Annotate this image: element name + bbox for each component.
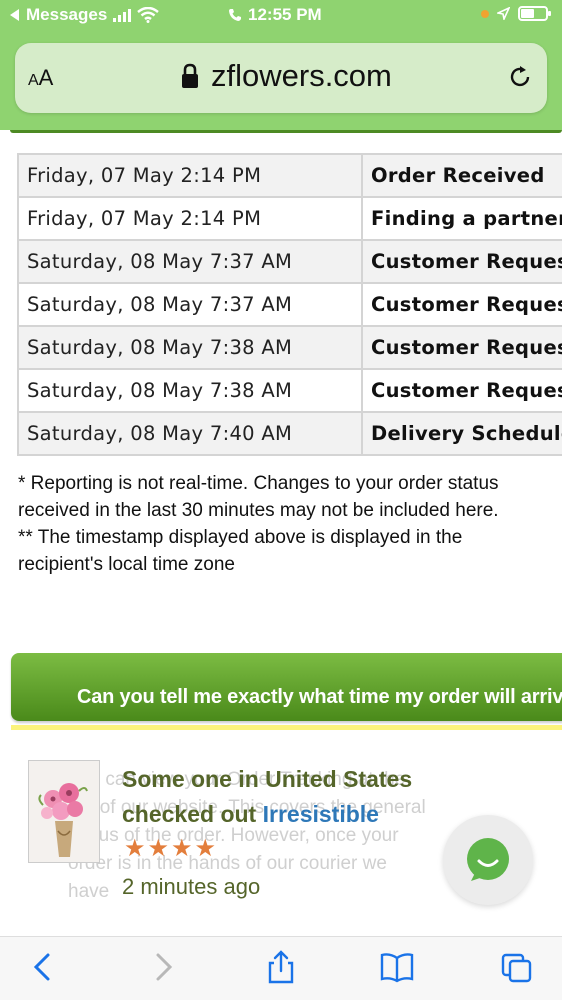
reload-icon[interactable] xyxy=(507,64,533,90)
history-status: Delivery Scheduled xyxy=(361,411,562,456)
history-date: Saturday, 08 May 7:38 AM xyxy=(17,325,363,370)
chat-icon xyxy=(467,838,509,881)
table-row: Saturday, 08 May 7:38 AM Customer Request xyxy=(17,368,562,413)
back-to-messages[interactable]: Messages xyxy=(10,5,160,25)
reader-settings-button[interactable]: AA xyxy=(28,65,53,91)
history-date: Saturday, 08 May 7:40 AM xyxy=(17,411,363,456)
privacy-indicator-icon xyxy=(481,9,489,18)
location-icon xyxy=(497,7,510,20)
history-date: Saturday, 08 May 7:38 AM xyxy=(17,368,363,413)
product-thumbnail[interactable] xyxy=(28,760,100,863)
order-history-table: Friday, 07 May 2:14 PM Order Received Frid… xyxy=(17,153,562,456)
popup-product-link[interactable]: Irresistible xyxy=(263,801,379,827)
lock-icon xyxy=(182,63,198,88)
faq-question-text: Can you tell me exactly what time my ord… xyxy=(77,686,562,708)
chat-button[interactable] xyxy=(443,815,533,905)
back-chevron-icon xyxy=(10,9,19,21)
clock: 12:55 PM xyxy=(248,5,322,24)
share-icon[interactable] xyxy=(264,949,298,985)
section-divider xyxy=(10,130,562,133)
bouquet-image xyxy=(29,761,99,862)
status-bar: Messages 12:55 PM xyxy=(0,0,562,32)
table-row: Saturday, 08 May 7:37 AM Customer Request xyxy=(17,282,562,327)
table-row: Friday, 07 May 2:14 PM Finding a partner xyxy=(17,196,562,241)
tracking-notes: * Reporting is not real-time. Changes to… xyxy=(18,470,518,578)
faq-answer: You can view your Order Tracking at the … xyxy=(68,769,426,902)
table-row: Saturday, 08 May 7:38 AM Customer Request xyxy=(17,325,562,370)
history-status: Customer Request xyxy=(361,239,562,284)
status-right xyxy=(481,6,551,21)
faq-divider xyxy=(11,725,562,730)
history-date: Friday, 07 May 2:14 PM xyxy=(17,196,363,241)
tabs-icon[interactable] xyxy=(500,949,534,985)
history-date: Saturday, 08 May 7:37 AM xyxy=(17,282,363,327)
bookmarks-icon[interactable] xyxy=(380,949,414,985)
status-center: 12:55 PM xyxy=(228,5,322,25)
url-domain[interactable]: zflowers.com xyxy=(211,58,392,94)
battery-icon xyxy=(518,6,551,21)
browser-top-bar: Messages 12:55 PM AA zflowers.com xyxy=(0,0,562,130)
signal-icon xyxy=(113,8,132,22)
phone-icon xyxy=(229,9,241,21)
history-status: Order Received xyxy=(361,153,562,198)
wifi-icon xyxy=(137,7,160,23)
history-date: Friday, 07 May 2:14 PM xyxy=(17,153,363,198)
note-realtime: * Reporting is not real-time. Changes to… xyxy=(18,473,499,521)
forward-chevron-icon[interactable] xyxy=(146,949,180,985)
faq-question[interactable]: Can you tell me exactly what time my ord… xyxy=(11,653,562,721)
history-date: Saturday, 08 May 7:37 AM xyxy=(17,239,363,284)
table-row: Saturday, 08 May 7:37 AM Customer Request xyxy=(17,239,562,284)
table-row: Friday, 07 May 2:14 PM Order Received xyxy=(17,153,562,198)
browser-toolbar xyxy=(0,936,562,1000)
back-chevron-icon[interactable] xyxy=(26,949,60,985)
address-bar[interactable]: AA zflowers.com xyxy=(15,43,547,113)
history-status: Customer Request xyxy=(361,368,562,413)
history-status: Customer Request xyxy=(361,325,562,370)
back-app-label: Messages xyxy=(26,5,108,24)
note-timezone: ** The timestamp displayed above is disp… xyxy=(18,527,463,575)
history-status: Finding a partner xyxy=(361,196,562,241)
table-row: Saturday, 08 May 7:40 AM Delivery Schedul… xyxy=(17,411,562,456)
history-status: Customer Request xyxy=(361,282,562,327)
